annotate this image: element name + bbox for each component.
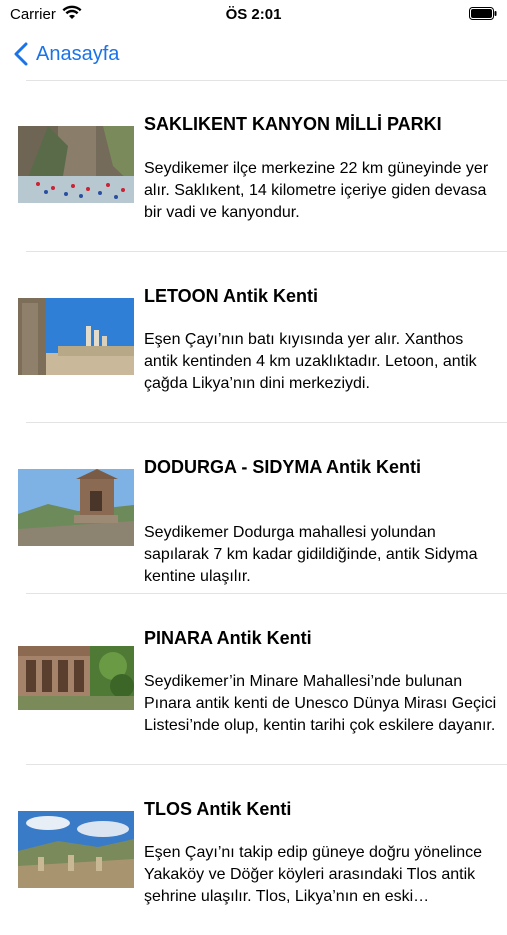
status-bar: Carrier ÖS 2:01 — [0, 0, 507, 28]
battery-icon — [469, 7, 497, 20]
list-item[interactable]: LETOON Antik Kenti Eşen Çayı’nın batı kı… — [0, 252, 507, 422]
item-description: Seydikemer’in Minare Mahallesi’nde bulun… — [144, 673, 497, 734]
saklikent-thumbnail — [18, 126, 134, 203]
list-item[interactable]: TLOS Antik Kenti Eşen Çayı’nı takip edip… — [0, 765, 507, 935]
item-description: Seydikemer ilçe merkezine 22 km güneyind… — [144, 160, 489, 221]
item-title: TLOS Antik Kenti — [144, 799, 292, 819]
back-button[interactable]: Anasayfa — [14, 38, 119, 70]
status-time: ÖS 2:01 — [225, 6, 282, 23]
list-item[interactable]: PINARA Antik Kenti Seydikemer’in Minare … — [0, 594, 507, 764]
site-list: SAKLIKENT KANYON MİLLİ PARKI Seydikemer … — [0, 80, 507, 935]
item-description: Eşen Çayı’nın batı kıyısında yer alır. X… — [144, 331, 477, 392]
pinara-thumbnail — [18, 646, 134, 723]
item-description: Eşen Çayı’nı takip edip güneye doğru yön… — [144, 844, 482, 905]
back-button-label: Anasayfa — [36, 42, 120, 65]
list-item[interactable]: SAKLIKENT KANYON MİLLİ PARKI Seydikemer … — [0, 81, 507, 251]
tlos-thumbnail — [18, 811, 134, 888]
item-title: PINARA Antik Kenti — [144, 628, 312, 648]
item-title: SAKLIKENT KANYON MİLLİ PARKI — [144, 114, 442, 134]
dodurga-thumbnail — [18, 469, 134, 546]
chevron-left-icon — [14, 42, 28, 66]
item-title: DODURGA - SIDYMA Antik Kenti — [144, 457, 421, 477]
letoon-thumbnail — [18, 298, 134, 375]
item-title: LETOON Antik Kenti — [144, 286, 319, 306]
item-description: Seydikemer Dodurga mahallesi yolundan sa… — [144, 524, 478, 585]
list-item[interactable]: DODURGA - SIDYMA Antik Kenti Seydikemer … — [0, 423, 507, 593]
navigation-bar: Anasayfa — [0, 28, 507, 80]
